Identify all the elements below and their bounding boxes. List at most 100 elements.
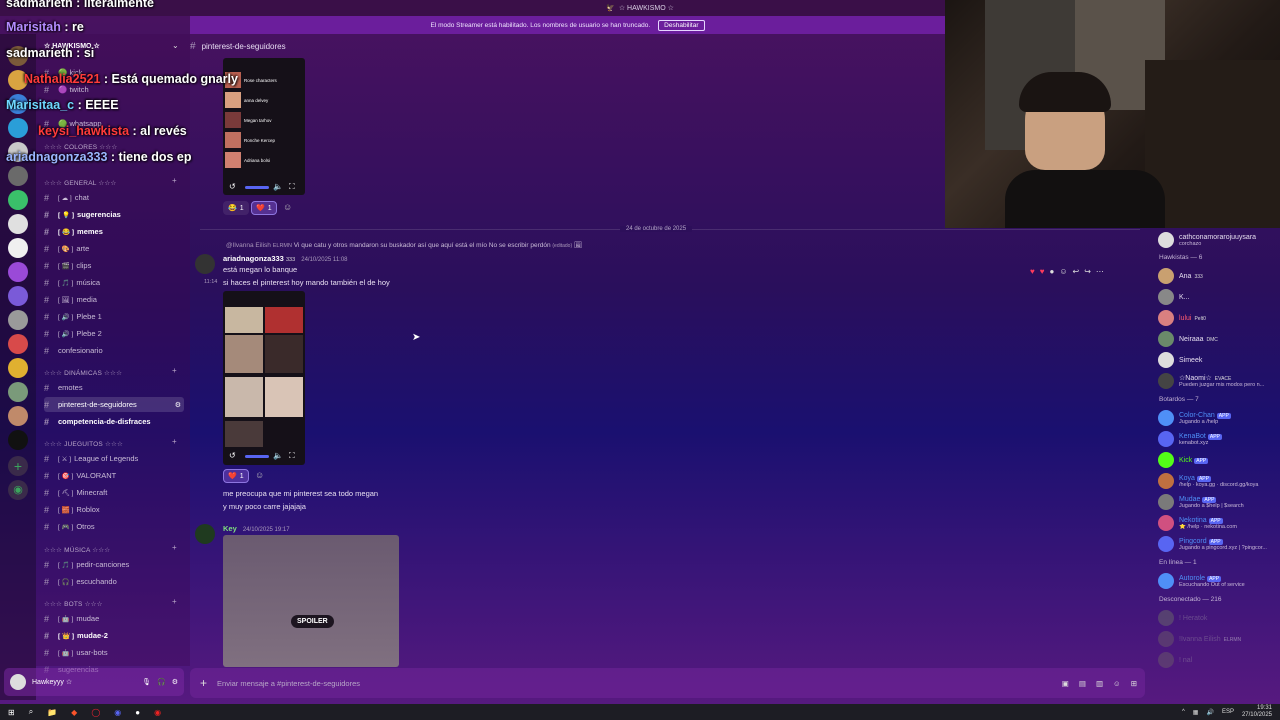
heart-reaction-icon[interactable]: ♥ [1040, 267, 1045, 276]
channel-item[interactable]: # [ 🤖 ] mudae [44, 611, 184, 626]
replay-icon[interactable]: ↺ [229, 182, 236, 191]
server-icon[interactable] [8, 166, 28, 186]
add-reaction-icon[interactable]: ☺ [1059, 267, 1067, 276]
add-attachment-icon[interactable]: + [200, 676, 207, 690]
fullscreen-icon[interactable]: ⛶ [289, 451, 295, 461]
settings-icon[interactable]: ⚙ [172, 678, 178, 686]
fullscreen-icon[interactable]: ⛶ [289, 182, 295, 192]
add-channel-icon[interactable]: + [172, 366, 177, 375]
opera-icon[interactable]: ◯ [91, 708, 100, 717]
channel-item[interactable]: # confesionario [44, 343, 184, 358]
gif-icon[interactable]: ▤ [1079, 679, 1086, 688]
message-input[interactable]: Enviar mensaje a #pinterest-de-seguidore… [217, 679, 360, 688]
server-icon[interactable] [8, 430, 28, 450]
channel-item[interactable]: # [ ⛏ ] Minecraft [44, 485, 184, 500]
avatar[interactable] [10, 674, 26, 690]
channel-item[interactable]: # [ 🎵 ] pedir-canciones [44, 557, 184, 572]
member-item[interactable]: Nekotina APP ⭐ /help · nekotina.com [1158, 513, 1280, 533]
member-item[interactable]: !Ivanna Eilish ELRMN [1158, 629, 1280, 649]
server-icon[interactable] [8, 118, 28, 138]
channel-item[interactable]: # [ 🧱 ] Roblox [44, 502, 184, 517]
server-icon[interactable] [8, 190, 28, 210]
member-item[interactable]: Kick APP [1158, 450, 1280, 470]
channel-item[interactable]: # [ 🎮 ] Otros [44, 519, 184, 534]
microphone-icon[interactable]: 🎙 [142, 678, 151, 686]
server-icon[interactable] [8, 238, 28, 258]
member-item[interactable]: Color-Chan APP Jugando a /help [1158, 408, 1280, 428]
category-dinamicas[interactable]: ☆☆☆ DINÁMICAS ☆☆☆ [44, 369, 122, 377]
apps-icon[interactable]: ⊞ [1131, 679, 1137, 688]
channel-competencia-de-disfraces[interactable]: # competencia-de-disfraces [44, 414, 184, 429]
heart-reaction-icon[interactable]: ♥ [1030, 267, 1035, 276]
obs-icon[interactable]: ● [135, 708, 140, 717]
member-item[interactable]: Mudae APP Jugando a $help | $search [1158, 492, 1280, 512]
spoiler-image[interactable]: SPOILER [223, 535, 399, 667]
emoji-icon[interactable]: ● [1050, 267, 1055, 276]
windows-start-icon[interactable]: ⊞ [8, 708, 15, 717]
reply-preview[interactable]: @Ilvanna Eilish ELRMN Vi que catu y otro… [226, 241, 582, 249]
channel-pinterest-de-seguidores[interactable]: # pinterest-de-seguidores ⚙ [44, 397, 184, 412]
add-channel-icon[interactable]: + [172, 597, 177, 606]
reaction-heart[interactable]: ❤️ 1 [223, 469, 249, 483]
channel-item[interactable]: # [ 🤖 ] usar-bots [44, 645, 184, 660]
channel-item[interactable]: # [ 🎵 ] música [44, 275, 184, 290]
channel-item[interactable]: # [ ⚔ ] League of Legends [44, 451, 184, 466]
avatar[interactable] [195, 254, 215, 274]
volume-icon[interactable]: 🔊 [1206, 709, 1213, 716]
explore-icon[interactable]: ◉ [8, 480, 28, 500]
chevron-down-icon[interactable]: ⌄ [172, 41, 179, 50]
add-reaction-icon[interactable]: ☺ [255, 470, 264, 480]
reaction-heart[interactable]: ❤️ 1 [251, 201, 277, 215]
member-item[interactable]: Koya APP/help · koya.gg · discord.gg/koya [1158, 471, 1280, 491]
channel-item[interactable]: # [ 🎬 ] clips [44, 258, 184, 273]
server-icon[interactable] [8, 310, 28, 330]
headphones-icon[interactable]: 🎧 [157, 678, 166, 686]
server-icon[interactable] [8, 214, 28, 234]
volume-icon[interactable]: 🔈 [273, 182, 283, 191]
category-jueguitos[interactable]: ☆☆☆ JUEGUITOS ☆☆☆ [44, 440, 123, 448]
video-progress-bar[interactable] [245, 455, 269, 458]
member-item[interactable]: Simeek [1158, 350, 1280, 370]
video-progress-bar[interactable] [245, 186, 269, 189]
channel-item[interactable]: # [ 💡 ] sugerencias [44, 207, 184, 222]
emoji-icon[interactable]: ☺ [1113, 679, 1121, 688]
channel-item[interactable]: # [ 🔊 ] Plebe 2 [44, 326, 184, 341]
sticker-icon[interactable]: ▥ [1096, 679, 1103, 688]
add-channel-icon[interactable]: + [172, 543, 177, 552]
spoiler-label[interactable]: SPOILER [291, 615, 334, 628]
search-icon[interactable]: ⌕ [29, 707, 33, 717]
server-icon[interactable] [8, 406, 28, 426]
member-item[interactable]: cathconamorarojuuysara corchazo [1158, 230, 1280, 250]
category-musica[interactable]: ☆☆☆ MÚSICA ☆☆☆ [44, 546, 110, 554]
member-item[interactable]: ☆Naomi☆ EVACE Pueden juzgar mis modos pero… [1158, 371, 1280, 391]
channel-item[interactable]: # [ 😂 ] memes [44, 224, 184, 239]
add-channel-icon[interactable]: + [172, 437, 177, 446]
file-explorer-icon[interactable]: 📁 [47, 708, 57, 717]
member-item[interactable]: Pingcord APP Jugando a pingcord.xyz | ?pin… [1158, 534, 1280, 554]
member-item[interactable]: Neiraaa DMC [1158, 329, 1280, 349]
volume-icon[interactable]: 🔈 [273, 451, 283, 460]
channel-item[interactable]: # [ 🔊 ] Plebe 1 [44, 309, 184, 324]
discord-icon[interactable]: ◉ [114, 708, 121, 717]
member-item[interactable]: Autorole APP Escuchando Out of service [1158, 571, 1280, 591]
category-bots[interactable]: ☆☆☆ BOTS ☆☆☆ [44, 600, 103, 608]
channel-item[interactable]: # [ 👑 ] mudae-2 [44, 628, 184, 643]
app-icon[interactable]: ◉ [154, 708, 161, 717]
add-channel-icon[interactable]: + [172, 176, 177, 185]
forward-icon[interactable]: ↪ [1084, 267, 1091, 276]
member-item[interactable]: Ana 333 [1158, 266, 1280, 286]
member-item[interactable]: ! nal [1158, 650, 1280, 670]
member-item[interactable]: ! Heratok [1158, 608, 1280, 628]
add-server-icon[interactable]: + [8, 456, 28, 476]
reply-icon[interactable]: ↩ [1073, 267, 1080, 276]
member-item[interactable]: K... [1158, 287, 1280, 307]
language-indicator[interactable]: ESP [1222, 709, 1234, 715]
video-attachment[interactable]: ↺ 🔈 ⛶ [223, 291, 305, 465]
member-item[interactable]: KenaBot APP kenabot.xyz [1158, 429, 1280, 449]
disable-streamer-button[interactable]: Deshabilitar [658, 19, 705, 31]
gear-icon[interactable]: ⚙ [175, 401, 181, 409]
clock[interactable]: 19:31 27/10/2025 [1242, 705, 1272, 719]
add-reaction-icon[interactable]: ☺ [283, 202, 292, 212]
gift-icon[interactable]: ▣ [1062, 679, 1069, 688]
brave-browser-icon[interactable]: ◆ [71, 708, 77, 717]
